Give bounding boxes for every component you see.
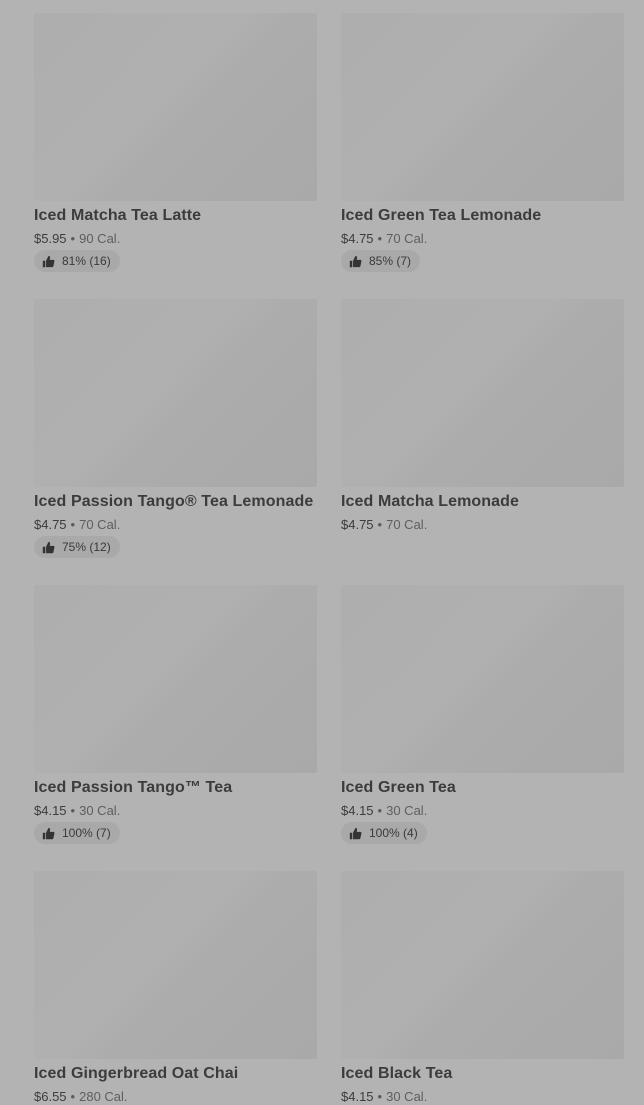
rating-text: 75% (12): [62, 540, 111, 554]
thumbs-up-icon: [349, 827, 362, 840]
product-meta: $5.95 • 90 Cal.: [34, 231, 317, 246]
product-name[interactable]: Iced Passion Tango™ Tea: [34, 779, 317, 797]
product-meta: $4.15 • 30 Cal.: [34, 803, 317, 818]
product-meta: $4.75 • 70 Cal.: [34, 517, 317, 532]
product-price: $4.15: [341, 1089, 374, 1104]
product-card[interactable]: Iced Green Tea $4.15 • 30 Cal. 100% (4): [341, 585, 624, 845]
rating-badge: 85% (7): [341, 250, 421, 272]
product-calories: 70 Cal.: [386, 517, 428, 532]
product-calories: 30 Cal.: [79, 803, 121, 818]
rating-text: 100% (7): [62, 826, 111, 840]
product-calories: 70 Cal.: [386, 231, 428, 246]
product-name[interactable]: Iced Green Tea: [341, 779, 624, 797]
product-price: $4.15: [34, 803, 67, 818]
product-image[interactable]: [341, 871, 624, 1059]
rating-badge: 75% (12): [34, 536, 120, 558]
product-meta: $4.75 • 70 Cal.: [341, 231, 624, 246]
separator-dot: •: [70, 1089, 76, 1104]
product-card[interactable]: Iced Black Tea $4.15 • 30 Cal.: [341, 871, 624, 1104]
product-grid: Iced Matcha Tea Latte $5.95 • 90 Cal. 81% …: [0, 0, 644, 1105]
product-image[interactable]: [341, 13, 624, 201]
thumbs-up-icon: [42, 827, 55, 840]
product-meta: $4.15 • 30 Cal.: [341, 803, 624, 818]
product-card[interactable]: Iced Matcha Tea Latte $5.95 • 90 Cal. 81% …: [34, 13, 317, 273]
product-image[interactable]: [341, 299, 624, 487]
product-name[interactable]: Iced Gingerbread Oat Chai: [34, 1065, 317, 1083]
thumbs-up-icon: [42, 541, 55, 554]
separator-dot: •: [70, 231, 76, 246]
separator-dot: •: [377, 517, 383, 532]
product-meta: $4.15 • 30 Cal.: [341, 1089, 624, 1104]
product-calories: 30 Cal.: [386, 803, 428, 818]
product-name[interactable]: Iced Passion Tango® Tea Lemonade: [34, 493, 317, 511]
separator-dot: •: [377, 231, 383, 246]
product-image[interactable]: [34, 585, 317, 773]
product-calories: 70 Cal.: [79, 517, 121, 532]
rating-text: 81% (16): [62, 254, 111, 268]
product-image[interactable]: [34, 299, 317, 487]
product-card[interactable]: Iced Gingerbread Oat Chai $6.55 • 280 Cal.: [34, 871, 317, 1104]
product-calories: 30 Cal.: [386, 1089, 428, 1104]
separator-dot: •: [70, 517, 76, 532]
product-price: $4.75: [34, 517, 67, 532]
product-meta: $6.55 • 280 Cal.: [34, 1089, 317, 1104]
product-name[interactable]: Iced Matcha Tea Latte: [34, 207, 317, 225]
product-image[interactable]: [34, 13, 317, 201]
product-calories: 280 Cal.: [79, 1089, 128, 1104]
rating-badge: 100% (7): [34, 822, 120, 844]
product-price: $4.15: [341, 803, 374, 818]
product-card[interactable]: Iced Passion Tango® Tea Lemonade $4.75 • 7…: [34, 299, 317, 559]
product-price: $5.95: [34, 231, 67, 246]
product-image[interactable]: [341, 585, 624, 773]
product-card[interactable]: Iced Passion Tango™ Tea $4.15 • 30 Cal. 10…: [34, 585, 317, 845]
separator-dot: •: [377, 803, 383, 818]
rating-text: 85% (7): [369, 254, 412, 268]
product-meta: $4.75 • 70 Cal.: [341, 517, 624, 532]
product-name[interactable]: Iced Green Tea Lemonade: [341, 207, 624, 225]
thumbs-up-icon: [349, 255, 362, 268]
product-price: $6.55: [34, 1089, 67, 1104]
rating-badge: 100% (4): [341, 822, 427, 844]
product-card[interactable]: Iced Green Tea Lemonade $4.75 • 70 Cal. 85…: [341, 13, 624, 273]
thumbs-up-icon: [42, 255, 55, 268]
product-name[interactable]: Iced Black Tea: [341, 1065, 624, 1083]
product-image[interactable]: [34, 871, 317, 1059]
product-card[interactable]: Iced Matcha Lemonade $4.75 • 70 Cal.: [341, 299, 624, 532]
separator-dot: •: [70, 803, 76, 818]
product-price: $4.75: [341, 231, 374, 246]
rating-badge: 81% (16): [34, 250, 120, 272]
separator-dot: •: [377, 1089, 383, 1104]
rating-text: 100% (4): [369, 826, 418, 840]
product-calories: 90 Cal.: [79, 231, 121, 246]
product-name[interactable]: Iced Matcha Lemonade: [341, 493, 624, 511]
product-price: $4.75: [341, 517, 374, 532]
